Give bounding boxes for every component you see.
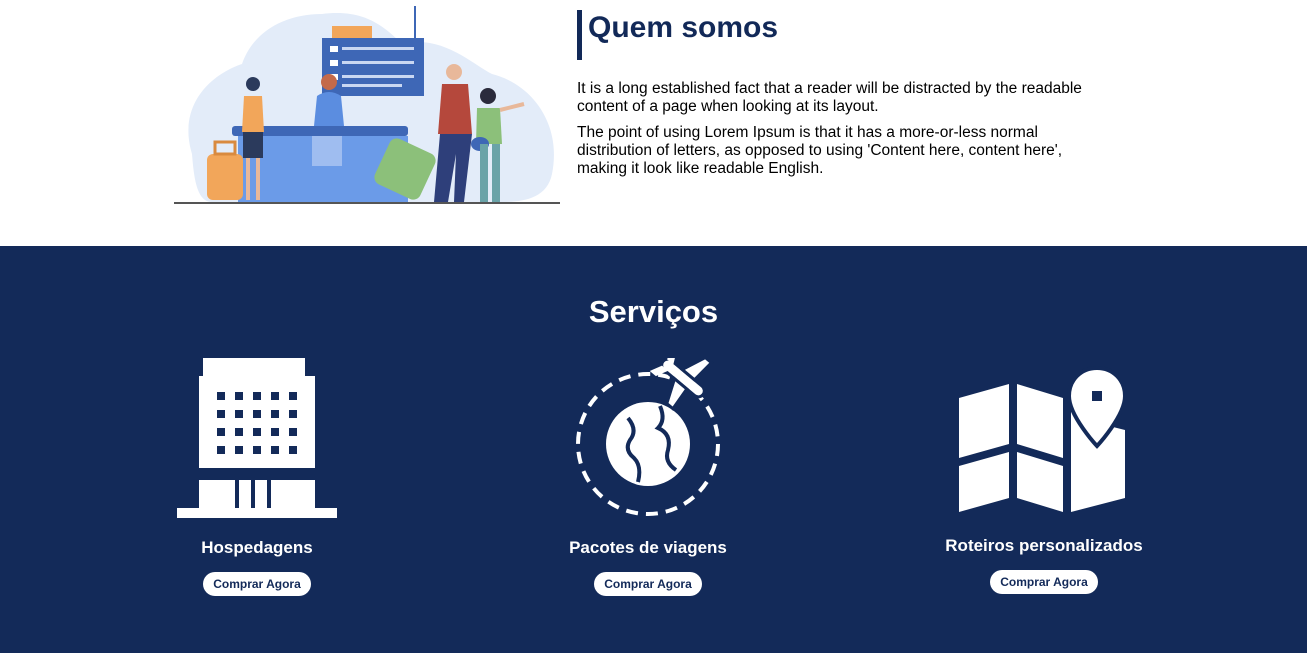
buy-now-button-pacotes[interactable]: Comprar Agora [594, 572, 702, 596]
about-paragraph-2: The point of using Lorem Ipsum is that i… [577, 124, 1062, 177]
about-title: Quem somos [588, 11, 779, 44]
buy-now-button-hospedagens[interactable]: Comprar Agora [203, 572, 311, 596]
services-section: Serviços Hospedagens Comprar Agora Pacot… [0, 246, 1307, 653]
hotel-building-icon [177, 358, 337, 518]
service-card-pacotes: Pacotes de viagens Comprar Agora [518, 358, 778, 596]
globe-airplane-icon [576, 358, 720, 516]
about-title-accent: Quem somos [577, 10, 1097, 60]
map-pin-icon [959, 366, 1128, 512]
service-card-roteiros: Roteiros personalizados Comprar Agora [914, 366, 1174, 594]
about-section: Quem somos It is a long established fact… [0, 0, 1307, 246]
about-paragraph-1: It is a long established fact that a rea… [577, 80, 1082, 115]
service-card-hospedagens: Hospedagens Comprar Agora [127, 358, 387, 596]
service-title-roteiros: Roteiros personalizados [945, 536, 1143, 555]
services-title: Serviços [588, 294, 719, 329]
buy-now-button-roteiros[interactable]: Comprar Agora [990, 570, 1098, 594]
airport-checkin-illustration [172, 4, 562, 208]
about-text-block: Quem somos It is a long established fact… [577, 10, 1097, 178]
service-title-pacotes: Pacotes de viagens [569, 538, 727, 557]
service-title-hospedagens: Hospedagens [201, 538, 313, 557]
